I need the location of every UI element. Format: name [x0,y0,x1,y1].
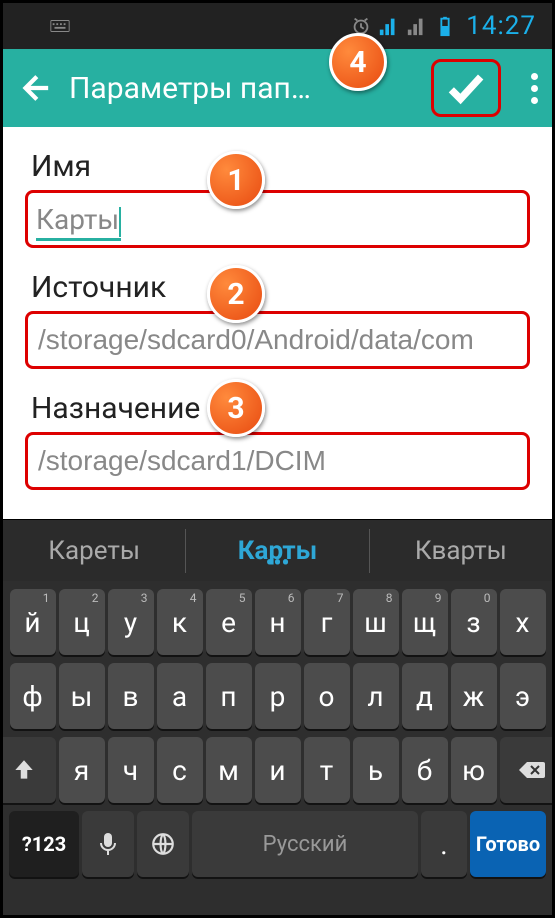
battery-icon [434,15,456,37]
key-с[interactable]: с [157,737,203,803]
key-у[interactable]: у3 [108,589,154,655]
check-icon [444,66,488,110]
key-в[interactable]: в [108,663,154,729]
key-н[interactable]: н6 [255,589,301,655]
globe-icon [150,831,176,857]
keyboard-icon [49,15,71,37]
dest-label: Назначение [25,379,530,428]
name-label: Имя [25,137,530,186]
key-я[interactable]: я [59,737,105,803]
key-й[interactable]: й1 [10,589,56,655]
key-ю[interactable]: ю [451,737,497,803]
form: Имя Карты Источник Назначение [3,127,552,490]
backspace-icon [517,758,547,782]
key-т[interactable]: т [304,737,350,803]
signal-icon-2 [406,15,428,37]
key-п[interactable]: п [206,663,252,729]
key-о[interactable]: о [304,663,350,729]
device-frame: 14:27 Параметры пап… Имя Карты Источник … [0,0,555,918]
keyboard-row-4: ?123 Русский . Готово [9,811,546,877]
action-bar: Параметры пап… [3,49,552,127]
key-з[interactable]: з0 [451,589,497,655]
language-key[interactable] [137,811,189,877]
key-и[interactable]: и [255,737,301,803]
dest-field-box [25,432,530,490]
keyboard-row-3: ячсмитьбю [9,737,546,803]
mic-key[interactable] [82,811,134,877]
suggestion-1[interactable]: Кареты [3,532,185,570]
name-field-box: Карты [25,190,530,248]
enter-key[interactable]: Готово [470,811,546,877]
key-к[interactable]: к4 [157,589,203,655]
backspace-key[interactable] [500,737,555,803]
annotation-1: 1 [207,151,265,209]
overflow-menu-button[interactable] [531,73,538,104]
symbols-key[interactable]: ?123 [9,811,79,877]
dest-input[interactable] [36,445,519,477]
key-ы[interactable]: ы [59,663,105,729]
key-ж[interactable]: ж [451,663,497,729]
key-д[interactable]: д [402,663,448,729]
suggestion-2[interactable]: Карты ••• [186,532,368,570]
source-field-box [25,311,530,369]
key-щ[interactable]: щ9 [402,589,448,655]
key-ч[interactable]: ч [108,737,154,803]
ellipsis-icon: ••• [186,562,368,566]
keyboard-row-2: фывапролджэ [9,663,546,729]
text-cursor [119,207,121,237]
key-ц[interactable]: ц2 [59,589,105,655]
annotation-3: 3 [207,379,265,437]
mic-icon [98,831,118,857]
source-label: Источник [25,258,530,307]
suggestion-3[interactable]: Кварты [370,532,552,570]
annotation-4: 4 [329,33,387,91]
annotation-2: 2 [207,265,265,323]
key-ь[interactable]: ь [353,737,399,803]
keyboard: й1ц2у3к4е5н6г7ш8щ9з0х фывапролджэ ячсмит… [3,581,552,915]
period-key[interactable]: . [421,811,467,877]
keyboard-suggestions: Кареты Карты ••• Кварты [3,519,552,581]
shift-key[interactable] [0,737,56,803]
key-э[interactable]: э [500,663,546,729]
key-м[interactable]: м [206,737,252,803]
keyboard-row-1: й1ц2у3к4е5н6г7ш8щ9з0х [9,589,546,655]
key-а[interactable]: а [157,663,203,729]
status-bar: 14:27 [3,3,552,49]
key-р[interactable]: р [255,663,301,729]
status-time: 14:27 [466,11,536,41]
key-б[interactable]: б [402,737,448,803]
key-ш[interactable]: ш8 [353,589,399,655]
key-е[interactable]: е5 [206,589,252,655]
confirm-button[interactable] [431,59,501,117]
shift-icon [11,757,37,783]
back-icon[interactable] [17,71,51,105]
space-key[interactable]: Русский [192,811,418,877]
signal-icon [378,15,400,37]
key-л[interactable]: л [353,663,399,729]
source-input[interactable] [36,324,519,356]
key-г[interactable]: г7 [304,589,350,655]
name-input[interactable]: Карты [36,203,119,236]
key-ф[interactable]: ф [10,663,56,729]
key-х[interactable]: х [500,589,546,655]
